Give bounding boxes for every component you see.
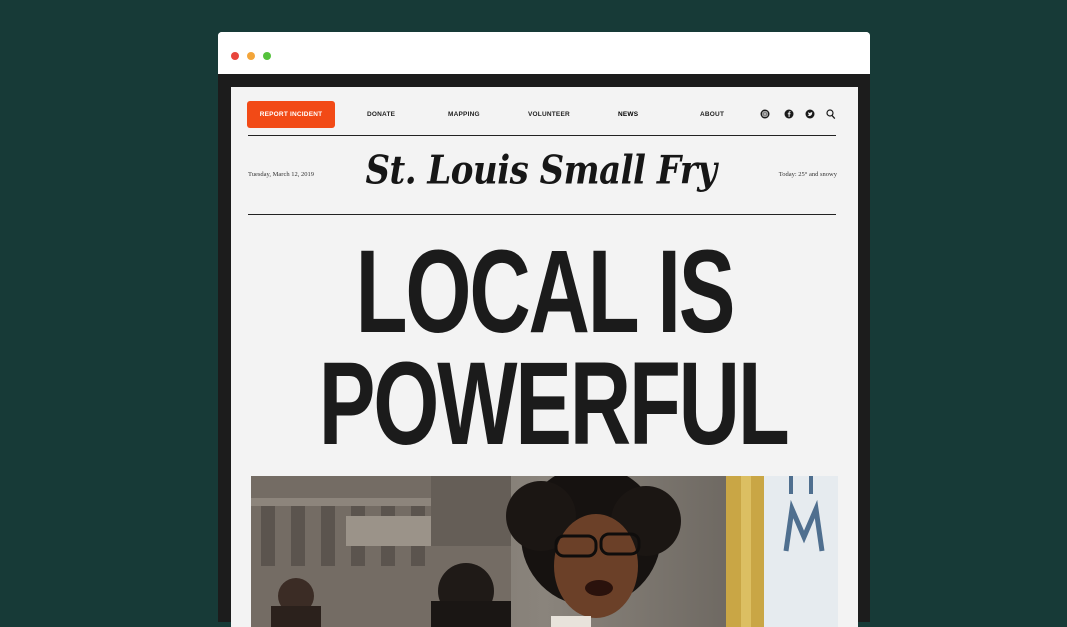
report-incident-button[interactable]: REPORT INCIDENT [247,101,335,128]
headline-line-2: POWERFUL [318,338,790,470]
nav-link-about[interactable]: ABOUT [700,111,724,118]
dateline: Tuesday, March 12, 2019 [248,171,314,178]
masthead-divider [248,214,836,215]
maximize-window-button[interactable] [263,52,271,60]
browser-window: REPORT INCIDENT DONATE MAPPING VOLUNTEER… [218,32,870,627]
nav-link-donate[interactable]: DONATE [367,111,395,118]
website-page: REPORT INCIDENT DONATE MAPPING VOLUNTEER… [231,87,858,627]
instagram-icon[interactable] [760,109,770,119]
nav-link-volunteer[interactable]: VOLUNTEER [528,111,570,118]
twitter-icon[interactable] [805,109,815,119]
masthead-title: St. Louis Small Fry [365,148,717,194]
headline-line-1: LOCAL IS [355,226,736,358]
device-frame: REPORT INCIDENT DONATE MAPPING VOLUNTEER… [218,74,870,627]
window-titlebar [218,32,870,74]
nav-link-mapping[interactable]: MAPPING [448,111,480,118]
weather-info: Today: 25° and snowy [778,171,837,178]
nav-link-news[interactable]: NEWS [618,111,638,118]
top-nav: REPORT INCIDENT DONATE MAPPING VOLUNTEER… [231,87,858,137]
facebook-icon[interactable] [784,109,794,119]
nav-divider [248,135,836,136]
minimize-window-button[interactable] [247,52,255,60]
search-icon[interactable] [826,109,836,119]
close-window-button[interactable] [231,52,239,60]
hero-photo [251,476,838,627]
